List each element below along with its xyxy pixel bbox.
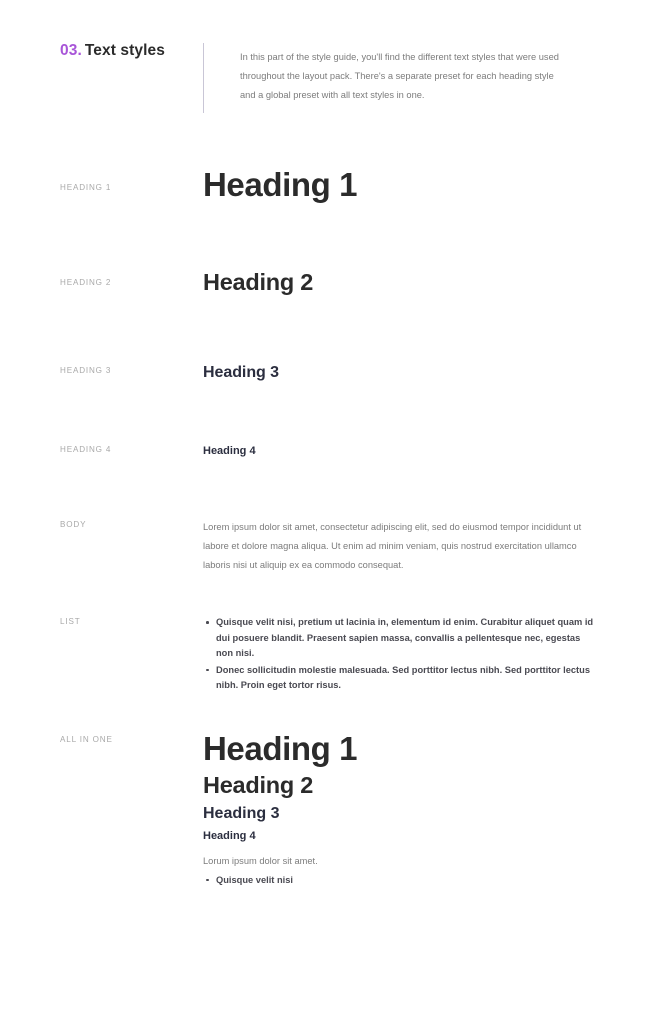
heading-1-sample: Heading 1 bbox=[203, 166, 358, 203]
all-in-one-heading-3: Heading 3 bbox=[203, 804, 280, 822]
bullet-icon bbox=[206, 621, 209, 624]
bullet-icon bbox=[206, 878, 209, 882]
heading-2-sample: Heading 2 bbox=[203, 269, 314, 295]
section-header: 03. Text styles In this part of the style… bbox=[0, 42, 653, 122]
style-row-sample: Lorem ipsum dolor sit amet, consectetur … bbox=[203, 518, 595, 575]
style-row-label: HEADING 2 bbox=[60, 278, 112, 287]
all-in-one-heading-4: Heading 4 bbox=[203, 830, 256, 843]
style-row-label: HEADING 1 bbox=[60, 183, 112, 192]
style-row-label: HEADING 3 bbox=[60, 366, 112, 375]
heading-3-sample: Heading 3 bbox=[203, 364, 280, 381]
section-intro-text: In this part of the style guide, you'll … bbox=[240, 52, 559, 100]
style-row-label: ALL IN ONE bbox=[60, 735, 113, 744]
list-item-text: Quisque velit nisi bbox=[216, 874, 293, 885]
heading-4-sample: Heading 4 bbox=[203, 445, 256, 457]
bullet-icon bbox=[206, 668, 209, 672]
style-row-label: LIST bbox=[60, 617, 81, 626]
all-in-one-heading-2: Heading 2 bbox=[203, 772, 314, 799]
page-title: 03. Text styles bbox=[60, 42, 165, 60]
style-guide-page: 03. Text styles In this part of the style… bbox=[0, 0, 653, 1024]
style-row-label: HEADING 4 bbox=[60, 445, 112, 454]
list-item: Donec sollicitudin molestie malesuada. S… bbox=[203, 663, 595, 694]
section-number: 03. bbox=[60, 42, 82, 59]
vertical-divider bbox=[203, 43, 204, 113]
style-row-sample: Heading 3 bbox=[203, 363, 595, 382]
list-item: Quisque velit nisi bbox=[203, 873, 595, 888]
style-row-sample: Heading 1 bbox=[203, 166, 595, 204]
style-row-sample: Heading 1 Heading 2 Heading 3 Heading 4 … bbox=[203, 730, 595, 888]
all-in-one-body: Lorum ipsum dolor sit amet. bbox=[203, 855, 318, 866]
all-in-one-heading-1: Heading 1 bbox=[203, 730, 358, 767]
list-item-text: Donec sollicitudin molestie malesuada. S… bbox=[216, 664, 591, 691]
style-row-sample: Heading 2 bbox=[203, 269, 595, 296]
all-in-one-list: Quisque velit nisi bbox=[203, 873, 595, 888]
body-text-sample: Lorem ipsum dolor sit amet, consectetur … bbox=[203, 522, 582, 570]
style-row-sample: Heading 4 bbox=[203, 445, 595, 459]
list-item-text: Quisque velit nisi, pretium ut lacinia i… bbox=[216, 617, 594, 658]
list-sample: Quisque velit nisi, pretium ut lacinia i… bbox=[203, 615, 595, 694]
section-title-text: Text styles bbox=[84, 42, 165, 59]
style-row-label: BODY bbox=[60, 520, 87, 529]
list-item: Quisque velit nisi, pretium ut lacinia i… bbox=[203, 615, 595, 662]
style-row-sample: Quisque velit nisi, pretium ut lacinia i… bbox=[203, 615, 595, 695]
